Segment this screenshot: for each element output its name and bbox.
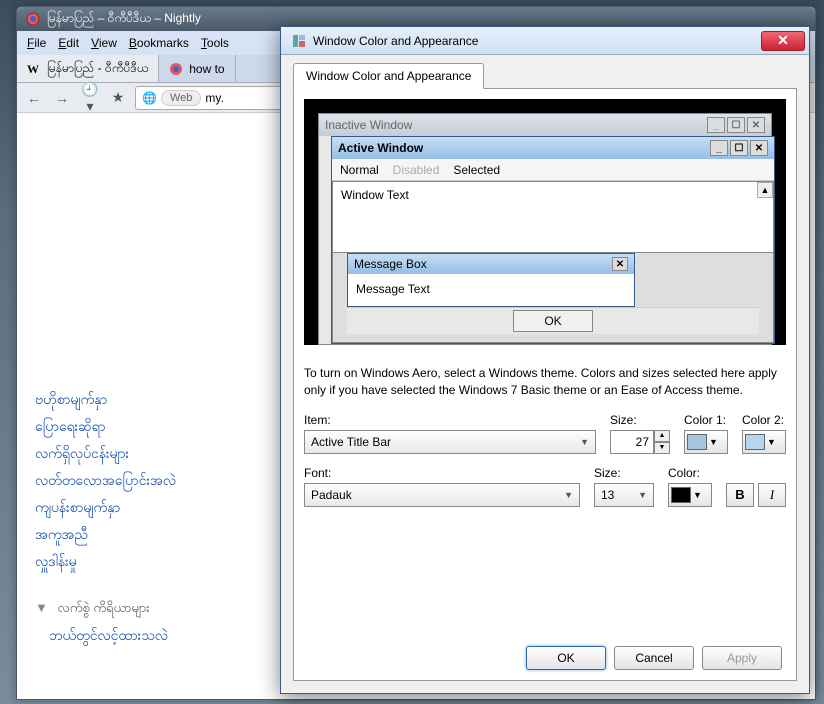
inactive-title: Inactive Window <box>325 118 412 132</box>
bold-button[interactable]: B <box>726 483 754 507</box>
menu-tools[interactable]: Tools <box>195 34 235 52</box>
preview-textarea[interactable]: Window Text ▲ <box>332 181 774 253</box>
menu-view[interactable]: View <box>85 34 123 52</box>
maximize-icon: ☐ <box>727 117 745 133</box>
wiki-tab-icon: W <box>27 62 41 76</box>
history-dropdown[interactable]: 🕘▾ <box>79 87 101 109</box>
color2-label: Color 2: <box>742 413 786 427</box>
item-size-input[interactable] <box>610 430 654 454</box>
color1-label: Color 1: <box>684 413 728 427</box>
tab-active[interactable]: W မြန်မာပြည် - ဝီကီပီဒီယ <box>17 55 159 82</box>
globe-icon: 🌐 <box>142 91 157 105</box>
size-label: Size: <box>610 413 670 427</box>
chevron-down-icon: ▼ <box>564 490 573 500</box>
preview-inactive-window[interactable]: Inactive Window _ ☐ ✕ Active Window _ <box>318 113 772 345</box>
font-label: Font: <box>304 466 580 480</box>
color-swatch <box>671 487 691 503</box>
menu-file[interactable]: File <box>21 34 52 52</box>
menu-selected: Selected <box>453 163 500 177</box>
maximize-icon: ☐ <box>730 140 748 156</box>
scrollbar-up-icon: ▲ <box>757 182 773 198</box>
italic-button[interactable]: I <box>758 483 786 507</box>
spinner-down-icon[interactable]: ▼ <box>654 442 670 454</box>
help-text: To turn on Windows Aero, select a Window… <box>304 365 786 399</box>
tab-appearance[interactable]: Window Color and Appearance <box>293 63 484 89</box>
close-button[interactable]: ✕ <box>761 31 805 51</box>
close-icon: ✕ <box>747 117 765 133</box>
color-swatch <box>687 434 707 450</box>
menu-normal: Normal <box>340 163 379 177</box>
search-mode-chip: Web <box>161 90 201 106</box>
chevron-down-icon: ▼ <box>638 490 647 500</box>
font-color-label: Color: <box>668 466 712 480</box>
chevron-down-icon: ▼ <box>580 437 589 447</box>
window-text: Window Text <box>341 188 409 202</box>
menu-bookmarks[interactable]: Bookmarks <box>123 34 195 52</box>
preview-ok-button[interactable]: OK <box>513 310 593 332</box>
dialog-icon <box>291 33 307 49</box>
collapse-arrow-icon: ▼ <box>35 600 48 615</box>
favicon <box>25 11 41 27</box>
preview-menubar[interactable]: Normal Disabled Selected <box>332 159 774 181</box>
minimize-icon: _ <box>707 117 725 133</box>
color-swatch <box>745 434 765 450</box>
color2-picker[interactable]: ▼ <box>742 430 786 454</box>
preview-message-box[interactable]: Message Box ✕ Message Text <box>347 253 635 307</box>
cancel-button[interactable]: Cancel <box>614 646 694 670</box>
menu-edit[interactable]: Edit <box>52 34 85 52</box>
close-icon: ✕ <box>750 140 768 156</box>
dialog-title: Window Color and Appearance <box>313 34 761 48</box>
message-text: Message Text <box>348 274 634 306</box>
bookmark-star[interactable]: ★ <box>107 87 129 109</box>
font-size-select[interactable]: 13 ▼ <box>594 483 654 507</box>
url-text: my. <box>205 91 223 105</box>
minimize-icon: _ <box>710 140 728 156</box>
apply-button[interactable]: Apply <box>702 646 782 670</box>
theme-preview: Inactive Window _ ☐ ✕ Active Window _ <box>304 99 786 345</box>
chevron-down-icon: ▼ <box>693 490 702 500</box>
tab-inactive[interactable]: how to <box>159 55 235 82</box>
item-select[interactable]: Active Title Bar ▼ <box>304 430 596 454</box>
dialog-button-row: OK Cancel Apply <box>304 636 786 670</box>
spinner-up-icon[interactable]: ▲ <box>654 430 670 442</box>
chevron-down-icon: ▼ <box>709 437 718 447</box>
active-title: Active Window <box>338 141 423 155</box>
ff-tab-icon <box>169 62 183 76</box>
chevron-down-icon: ▼ <box>767 437 776 447</box>
tab-header: Window Color and Appearance <box>293 63 797 89</box>
menu-disabled: Disabled <box>393 163 440 177</box>
close-icon: ✕ <box>612 257 628 271</box>
color1-picker[interactable]: ▼ <box>684 430 728 454</box>
tab-label: how to <box>189 62 224 76</box>
font-select[interactable]: Padauk ▼ <box>304 483 580 507</box>
item-label: Item: <box>304 413 596 427</box>
tab-label: မြန်မာပြည် - ဝီကီပီဒီယ <box>47 60 148 78</box>
appearance-dialog: Window Color and Appearance ✕ Window Col… <box>280 26 810 694</box>
ok-button[interactable]: OK <box>526 646 606 670</box>
dialog-titlebar[interactable]: Window Color and Appearance ✕ <box>281 27 809 55</box>
font-size-label: Size: <box>594 466 654 480</box>
back-button[interactable]: ← <box>23 87 45 109</box>
preview-active-window[interactable]: Active Window _ ☐ ✕ Normal Disabled Sele… <box>331 136 775 344</box>
forward-button[interactable]: → <box>51 87 73 109</box>
msgbox-title: Message Box <box>354 257 427 271</box>
font-color-picker[interactable]: ▼ <box>668 483 712 507</box>
window-title: မြန်မာပြည် – ဝီကီပီဒီယ – Nightly <box>47 10 201 28</box>
